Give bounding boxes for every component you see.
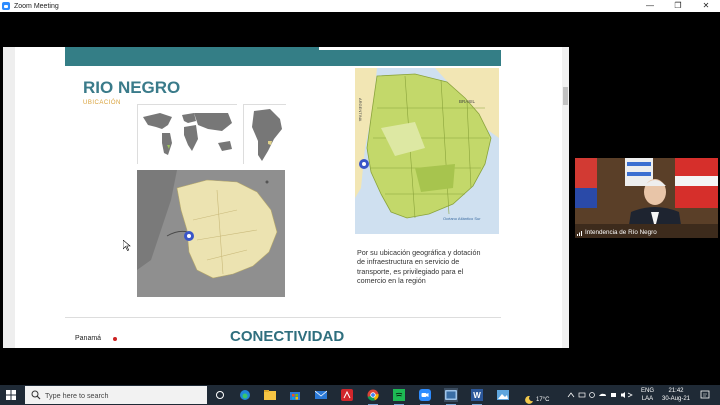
slide: RIO NEGRO UBICACIÓN BRASIL Océano Atlánt… — [65, 47, 501, 348]
clock-time: 21:42 — [668, 388, 684, 394]
notifications-icon[interactable] — [700, 390, 710, 400]
zoom-app-icon — [2, 2, 10, 10]
minimize-button[interactable]: — — [636, 0, 664, 12]
mail-icon[interactable] — [314, 388, 328, 402]
taskbar-clock[interactable]: 21:42 30-Aug-21 — [662, 387, 690, 405]
windows-start-icon[interactable] — [6, 390, 16, 400]
participant-name: Intendencia de Río Negro — [585, 229, 657, 236]
regional-map-graphic — [137, 170, 285, 297]
edge-icon[interactable] — [238, 388, 252, 402]
regional-map — [137, 170, 285, 297]
slide-divider — [65, 317, 501, 318]
uruguay-departments-map: BRASIL Océano Atlántico Sur ARGENTINA — [355, 68, 499, 234]
windows-taskbar: Type here to search W 17°C ENG LAA 21:42… — [0, 385, 720, 405]
scrollbar[interactable] — [562, 47, 569, 348]
label-brasil: BRASIL — [459, 99, 476, 104]
photos-icon[interactable] — [496, 388, 510, 402]
slide-paragraph: Por su ubicación geográfica y dotación d… — [357, 248, 481, 285]
slide-title: RIO NEGRO — [83, 78, 181, 97]
weather-temp: 17°C — [536, 397, 550, 403]
chrome-icon[interactable] — [366, 388, 380, 405]
store-icon[interactable] — [288, 388, 302, 402]
moon-icon — [525, 396, 533, 404]
participant-name-label: Intendencia de Río Negro — [577, 229, 657, 236]
close-button[interactable]: ✕ — [692, 0, 720, 12]
signal-bars-icon — [577, 230, 582, 236]
svg-text:W: W — [473, 391, 481, 400]
title-bar: Zoom Meeting — ❐ ✕ — [0, 0, 720, 12]
label-oceano: Océano Atlántico Sur — [443, 216, 481, 221]
window-controls: — ❐ ✕ — [636, 0, 720, 12]
shared-screen: RIO NEGRO UBICACIÓN BRASIL Océano Atlánt… — [3, 47, 569, 348]
slide-header-band — [65, 47, 501, 66]
slide-subtitle: UBICACIÓN — [83, 100, 121, 106]
uruguay-map-graphic: BRASIL Océano Atlántico Sur ARGENTINA — [355, 68, 499, 234]
spotify-icon[interactable] — [392, 388, 406, 405]
taskbar-search-box[interactable]: Type here to search — [25, 386, 207, 404]
acrobat-icon[interactable] — [340, 388, 354, 402]
next-section-title: CONECTIVIDAD — [230, 328, 345, 345]
zoom-icon[interactable] — [418, 388, 432, 405]
world-map-graphic — [138, 105, 238, 165]
south-america-map — [243, 104, 287, 165]
language-code: ENG — [641, 388, 655, 394]
panama-label: Panamá — [75, 335, 102, 342]
maximize-button[interactable]: ❐ — [664, 0, 692, 12]
world-map — [137, 104, 238, 165]
participant-video[interactable]: Intendencia de Río Negro — [575, 158, 718, 238]
clock-date: 30-Aug-21 — [662, 396, 691, 402]
window-title: Zoom Meeting — [14, 2, 59, 10]
mouse-cursor-icon — [123, 240, 131, 251]
panama-marker-icon — [113, 337, 117, 341]
left-gutter — [3, 47, 15, 348]
search-placeholder: Type here to search — [45, 390, 109, 400]
south-america-graphic — [244, 105, 287, 165]
keyboard-layout: LAA — [641, 396, 654, 402]
video-frame-graphic — [575, 158, 718, 238]
weather-widget[interactable]: 17°C — [525, 390, 549, 405]
scrollbar-thumb[interactable] — [563, 87, 568, 105]
header-tab — [319, 47, 501, 50]
task-view-icon[interactable] — [213, 388, 227, 402]
language-indicator[interactable]: ENG LAA — [641, 387, 654, 405]
label-argentina: ARGENTINA — [358, 98, 363, 122]
active-app-icon[interactable] — [444, 388, 458, 405]
search-icon — [31, 390, 41, 400]
word-icon[interactable]: W — [470, 388, 484, 405]
system-tray-icons[interactable] — [566, 391, 636, 399]
zoom-window: Zoom Meeting — ❐ ✕ RIO NEGRO UBICACIÓN B… — [0, 0, 720, 405]
file-explorer-icon[interactable] — [263, 388, 277, 402]
